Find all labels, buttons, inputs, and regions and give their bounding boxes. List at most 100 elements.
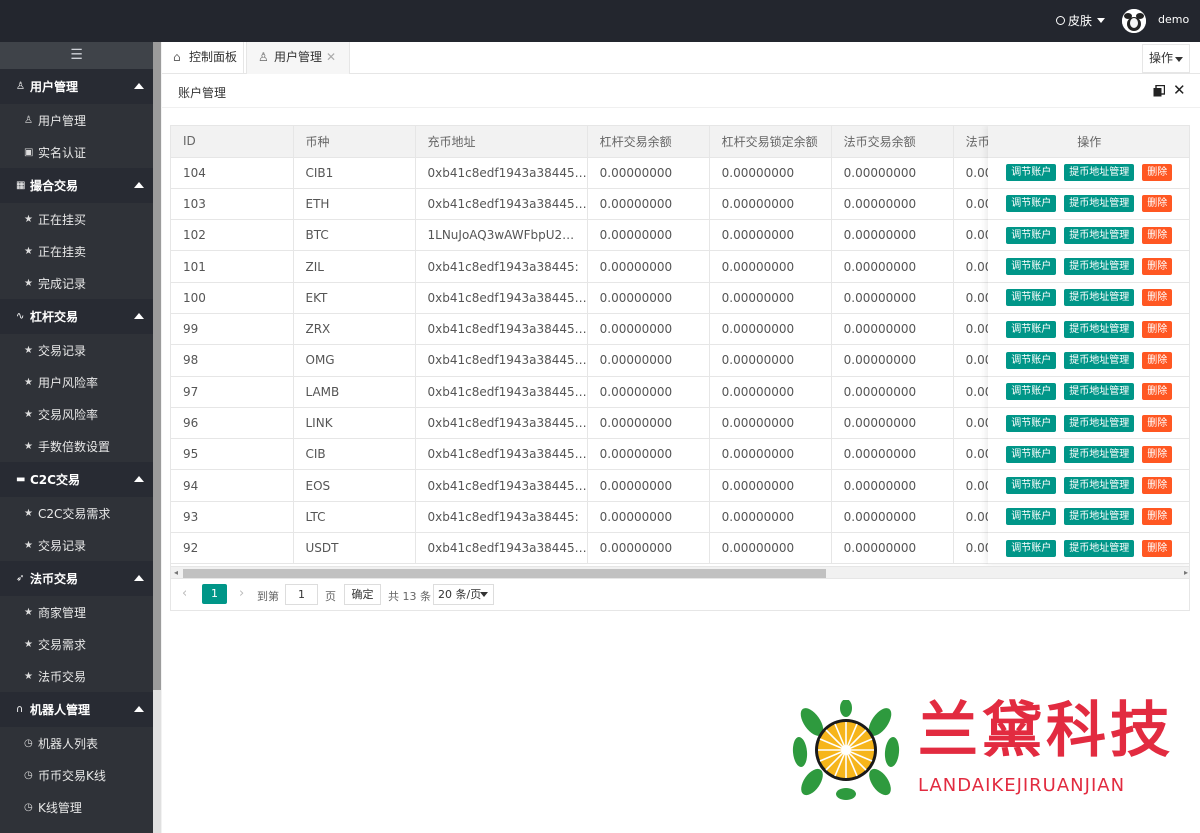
- sidebar-scrollbar[interactable]: [153, 42, 161, 833]
- current-page-button[interactable]: 1: [202, 584, 227, 604]
- delete-button[interactable]: 删除: [1142, 477, 1173, 495]
- close-icon[interactable]: ✕: [326, 42, 336, 73]
- scrollbar-thumb[interactable]: [183, 569, 826, 578]
- delete-button[interactable]: 删除: [1142, 164, 1173, 182]
- sidebar-item[interactable]: ★ 正在挂卖: [0, 235, 153, 267]
- sidebar-group[interactable]: ♙ 用户管理: [0, 69, 153, 104]
- table-cell: USDT: [293, 532, 416, 565]
- sidebar-group[interactable]: ▬ C2C交易: [0, 462, 153, 497]
- withdraw-address-button[interactable]: 提币地址管理: [1064, 164, 1135, 182]
- withdraw-address-button[interactable]: 提币地址管理: [1064, 477, 1135, 495]
- page-size-select[interactable]: 20 条/页: [433, 584, 494, 605]
- horizontal-scrollbar[interactable]: ◂ ▸: [171, 566, 1189, 578]
- star-icon: ★: [24, 245, 33, 257]
- sidebar-item[interactable]: ◷ 币币交易K线: [0, 759, 153, 791]
- sidebar-item[interactable]: ★ 商家管理: [0, 596, 153, 628]
- sidebar-item[interactable]: ★ C2C交易需求: [0, 497, 153, 529]
- goto-page-input[interactable]: 1: [285, 584, 318, 605]
- table-cell: 0.00000000: [709, 376, 832, 408]
- sidebar-group[interactable]: ➶ 法币交易: [0, 561, 153, 596]
- delete-button[interactable]: 删除: [1142, 445, 1173, 463]
- withdraw-address-button[interactable]: 提币地址管理: [1064, 539, 1135, 557]
- tab-dashboard[interactable]: ⌂ 控制面板: [162, 42, 244, 74]
- withdraw-address-button[interactable]: 提币地址管理: [1064, 351, 1135, 369]
- adjust-account-button[interactable]: 调节账户: [1006, 195, 1057, 213]
- sidebar-item[interactable]: ▣ 实名认证: [0, 136, 153, 168]
- tab-bar: ⌂ 控制面板 ♙ 用户管理 ✕ 操作: [162, 42, 1200, 74]
- maximize-icon[interactable]: [1153, 84, 1166, 97]
- delete-button[interactable]: 删除: [1142, 195, 1173, 213]
- chevron-up-icon: [134, 706, 144, 712]
- chevron-down-icon: [1097, 18, 1106, 23]
- prev-page-icon[interactable]: ‹: [182, 586, 187, 601]
- adjust-account-button[interactable]: 调节账户: [1006, 414, 1057, 432]
- next-page-icon[interactable]: ›: [239, 586, 244, 601]
- adjust-account-button[interactable]: 调节账户: [1006, 320, 1057, 338]
- delete-button[interactable]: 删除: [1142, 320, 1173, 338]
- adjust-account-button[interactable]: 调节账户: [1006, 445, 1057, 463]
- withdraw-address-button[interactable]: 提币地址管理: [1064, 258, 1135, 276]
- adjust-account-button[interactable]: 调节账户: [1006, 226, 1057, 244]
- delete-button[interactable]: 删除: [1142, 539, 1173, 557]
- tab-operations-button[interactable]: 操作: [1142, 44, 1190, 73]
- sidebar-item[interactable]: ★ 用户风险率: [0, 366, 153, 398]
- panel-title: 账户管理: [178, 86, 227, 100]
- sidebar-item[interactable]: ★ 手数倍数设置: [0, 430, 153, 462]
- star-icon: ★: [24, 440, 33, 452]
- sidebar-item[interactable]: ★ 正在挂买: [0, 203, 153, 235]
- username[interactable]: demo: [1158, 13, 1189, 26]
- sidebar-group[interactable]: ∩ 机器人管理: [0, 692, 153, 727]
- table-row: 96 LINK 0xb41c8edf1943a38445… 0.00000000 0.0…: [171, 407, 1014, 440]
- tab-user-management[interactable]: ♙ 用户管理 ✕: [246, 42, 350, 74]
- adjust-account-button[interactable]: 调节账户: [1006, 289, 1057, 307]
- withdraw-address-button[interactable]: 提币地址管理: [1064, 445, 1135, 463]
- delete-button[interactable]: 删除: [1142, 414, 1173, 432]
- sidebar-group[interactable]: ∿ 杠杆交易: [0, 299, 153, 334]
- total-count: 共 13 条: [388, 590, 431, 603]
- withdraw-address-button[interactable]: 提币地址管理: [1064, 195, 1135, 213]
- adjust-account-button[interactable]: 调节账户: [1006, 351, 1057, 369]
- withdraw-address-button[interactable]: 提币地址管理: [1064, 289, 1135, 307]
- sidebar-item[interactable]: ★ 完成记录: [0, 267, 153, 299]
- adjust-account-button[interactable]: 调节账户: [1006, 539, 1057, 557]
- table-cell: 0xb41c8edf1943a38445…: [415, 376, 588, 408]
- sidebar-item[interactable]: ★ 交易需求: [0, 628, 153, 660]
- delete-button[interactable]: 删除: [1142, 351, 1173, 369]
- sidebar-item[interactable]: ★ 交易记录: [0, 529, 153, 561]
- delete-button[interactable]: 删除: [1142, 383, 1173, 401]
- withdraw-address-button[interactable]: 提币地址管理: [1064, 508, 1135, 526]
- delete-button[interactable]: 删除: [1142, 258, 1173, 276]
- sidebar-item[interactable]: ◷ K线管理: [0, 791, 153, 823]
- adjust-account-button[interactable]: 调节账户: [1006, 164, 1057, 182]
- sidebar-item[interactable]: ★ 交易记录: [0, 334, 153, 366]
- adjust-account-button[interactable]: 调节账户: [1006, 477, 1057, 495]
- table-cell: 0xb41c8edf1943a38445:: [415, 501, 588, 534]
- pulse-icon: ∿: [16, 311, 25, 322]
- action-cell: 调节账户 提币地址管理 删除: [988, 282, 1189, 314]
- adjust-account-button[interactable]: 调节账户: [1006, 383, 1057, 401]
- sidebar-item[interactable]: ★ 交易风险率: [0, 398, 153, 430]
- action-row: 调节账户 提币地址管理 删除: [988, 188, 1189, 221]
- delete-button[interactable]: 删除: [1142, 226, 1173, 244]
- withdraw-address-button[interactable]: 提币地址管理: [1064, 320, 1135, 338]
- adjust-account-button[interactable]: 调节账户: [1006, 508, 1057, 526]
- delete-button[interactable]: 删除: [1142, 289, 1173, 307]
- delete-button[interactable]: 删除: [1142, 508, 1173, 526]
- sidebar-item[interactable]: ◷ 机器人列表: [0, 727, 153, 759]
- scroll-right-icon[interactable]: ▸: [1184, 568, 1188, 577]
- menu-toggle-icon[interactable]: ☰: [0, 42, 153, 69]
- goto-confirm-button[interactable]: 确定: [344, 584, 381, 605]
- adjust-account-button[interactable]: 调节账户: [1006, 258, 1057, 276]
- scroll-left-icon[interactable]: ◂: [174, 568, 178, 577]
- action-row: 调节账户 提币地址管理 删除: [988, 501, 1189, 534]
- sidebar-item[interactable]: ★ 法币交易: [0, 660, 153, 692]
- withdraw-address-button[interactable]: 提币地址管理: [1064, 414, 1135, 432]
- scrollbar-thumb[interactable]: [153, 42, 161, 690]
- sidebar-item[interactable]: ♙ 用户管理: [0, 104, 153, 136]
- skin-menu[interactable]: 皮肤: [1056, 12, 1106, 29]
- avatar[interactable]: [1122, 9, 1146, 33]
- withdraw-address-button[interactable]: 提币地址管理: [1064, 383, 1135, 401]
- sidebar-group[interactable]: ▦ 撮合交易: [0, 168, 153, 203]
- withdraw-address-button[interactable]: 提币地址管理: [1064, 226, 1135, 244]
- close-icon[interactable]: ✕: [1173, 81, 1186, 99]
